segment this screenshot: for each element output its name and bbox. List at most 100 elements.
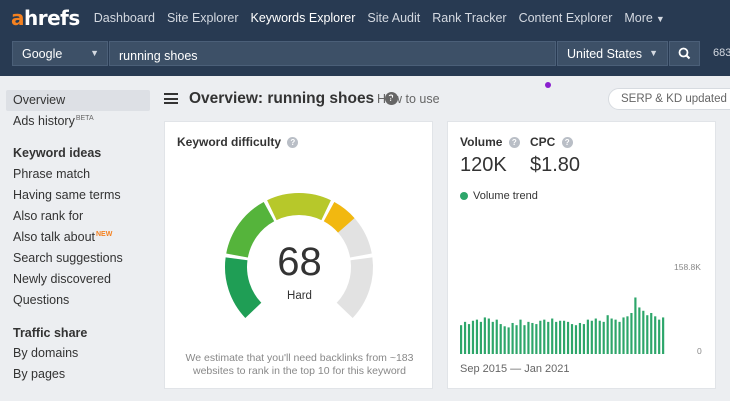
sidebar-item-label: Phrase match (13, 167, 91, 181)
ahrefs-logo[interactable]: ahrefs (11, 6, 80, 30)
how-to-use-link[interactable]: How to use (377, 92, 440, 106)
volume-bar (626, 316, 629, 354)
nav-dashboard[interactable]: Dashboard (94, 11, 155, 25)
volume-bar (598, 320, 601, 354)
volume-card: Volume ? CPC ? 120K $1.80 Volume trend 1… (447, 121, 716, 389)
search-engine-value: Google (22, 47, 63, 61)
volume-bar (539, 320, 542, 354)
volume-trend-chart (460, 297, 665, 354)
volume-bar (515, 325, 518, 354)
page-title-text: Overview: running shoes (189, 90, 375, 107)
volume-bar (471, 320, 475, 354)
volume-bar (566, 321, 570, 354)
sidebar-item-search-suggestions[interactable]: Search suggestions (6, 248, 150, 269)
sidebar-item-newly-discovered[interactable]: Newly discovered (6, 269, 150, 290)
volume-bar (634, 297, 637, 354)
serp-kd-updated-pill[interactable]: SERP & KD updated a (608, 88, 730, 110)
sidebar-item-having-same-terms[interactable]: Having same terms (6, 185, 150, 206)
sidebar-item-label: Search suggestions (13, 251, 123, 265)
caret-down-icon: ▼ (649, 48, 658, 58)
search-icon (678, 47, 691, 60)
volume-bar (570, 324, 574, 354)
page-title: Overview: running shoes ? (189, 90, 398, 108)
search-engine-select[interactable]: Google ▼ (12, 41, 108, 66)
caret-down-icon: ▼ (90, 48, 99, 58)
hamburger-menu-icon[interactable] (164, 93, 178, 104)
volume-bar (519, 319, 522, 354)
volume-bar (646, 315, 649, 354)
credits-counter: 683 (713, 47, 730, 59)
sidebar-item-label: By domains (13, 346, 79, 360)
nav-keywords-explorer[interactable]: Keywords Explorer (251, 11, 356, 25)
sidebar: Overview Ads historyBETA Keyword ideas P… (0, 76, 155, 401)
search-bar: Google ▼ United States ▼ 683 (0, 36, 730, 76)
sidebar-item-label: Questions (13, 293, 70, 307)
volume-bar (475, 319, 479, 354)
sidebar-item-overview[interactable]: Overview (6, 90, 150, 111)
keyword-search-input[interactable] (109, 41, 556, 66)
notification-dot (545, 82, 551, 88)
new-badge: NEW (96, 230, 113, 238)
volume-bar (467, 324, 471, 354)
sidebar-item-label: Also talk about (13, 230, 95, 244)
volume-bar (582, 324, 585, 354)
sidebar-item-also-talk-about[interactable]: Also talk aboutNEW (6, 227, 150, 248)
volume-bar (559, 320, 562, 354)
top-nav: ahrefs Dashboard Site Explorer Keywords … (0, 0, 730, 36)
volume-bar (602, 321, 605, 354)
volume-bar (491, 321, 494, 354)
volume-bar (460, 325, 463, 354)
nav-content-explorer[interactable]: Content Explorer (519, 11, 613, 25)
volume-bar (555, 321, 558, 354)
sidebar-item-label: Having same terms (13, 188, 121, 202)
volume-bar (606, 315, 609, 354)
sidebar-item-label: Ads history (13, 114, 75, 128)
nav-rank-tracker[interactable]: Rank Tracker (432, 11, 506, 25)
sidebar-item-label: Also rank for (13, 209, 84, 223)
volume-bar (594, 318, 597, 354)
country-select[interactable]: United States ▼ (557, 41, 668, 66)
volume-bar (650, 312, 653, 354)
volume-bar (658, 319, 661, 354)
sidebar-item-label: Overview (13, 93, 66, 107)
keyword-ideas-heading: Keyword ideas (13, 146, 102, 160)
sidebar-item-questions[interactable]: Questions (6, 290, 150, 311)
sidebar-item-by-pages[interactable]: By pages (6, 364, 150, 385)
volume-bar (586, 319, 589, 354)
sidebar-item-by-domains[interactable]: By domains (6, 343, 150, 364)
nav-more-label: More (624, 11, 653, 25)
keyword-difficulty-card: Keyword difficulty ? 68 Hard We estimate… (164, 121, 433, 389)
nav-more[interactable]: More ▼ (624, 11, 664, 25)
kd-value: 68 (277, 240, 322, 284)
beta-badge: BETA (75, 114, 94, 122)
volume-bar (535, 324, 538, 354)
volume-bar (523, 325, 526, 354)
y-axis-zero-label: 0 (697, 346, 702, 356)
caret-down-icon: ▼ (655, 14, 665, 24)
kd-note: We estimate that you'll need backlinks f… (185, 352, 414, 377)
volume-bar (642, 310, 645, 354)
volume-bar (614, 319, 617, 354)
sidebar-item-label: Newly discovered (13, 272, 111, 286)
volume-bar (638, 307, 641, 354)
volume-bar (574, 325, 578, 354)
sidebar-item-label: By pages (13, 367, 66, 381)
sidebar-item-ads-history[interactable]: Ads historyBETA (6, 111, 150, 132)
kd-gauge-segment-3 (267, 193, 331, 221)
search-button[interactable] (669, 41, 700, 66)
country-value: United States (567, 47, 643, 61)
volume-bar (495, 319, 498, 354)
volume-bar (551, 318, 554, 354)
volume-bar (622, 317, 625, 354)
sidebar-item-phrase-match[interactable]: Phrase match (6, 164, 150, 185)
sidebar-item-also-rank-for[interactable]: Also rank for (6, 206, 150, 227)
volume-bar (463, 321, 467, 354)
nav-site-explorer[interactable]: Site Explorer (167, 11, 239, 25)
volume-bar (654, 316, 657, 354)
volume-bar (547, 321, 550, 354)
volume-bar (578, 322, 582, 354)
volume-bar (499, 324, 502, 354)
volume-bar (610, 318, 613, 354)
nav-site-audit[interactable]: Site Audit (367, 11, 420, 25)
y-axis-max-label: 158.8K (674, 262, 701, 272)
